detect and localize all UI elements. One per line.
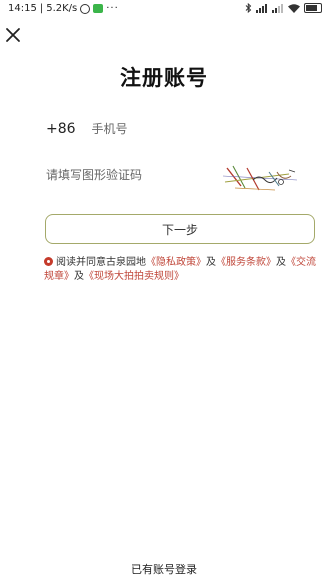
next-step-button[interactable]: 下一步 — [45, 214, 315, 244]
signal-icon-2 — [272, 3, 283, 13]
close-icon[interactable] — [4, 26, 24, 46]
captcha-input[interactable] — [46, 168, 196, 182]
privacy-policy-link[interactable]: 《隐私政策》 — [146, 257, 206, 268]
status-separator: | — [39, 3, 44, 14]
radio-checked-icon[interactable] — [44, 257, 53, 266]
status-bar: 14:15 | 5.2K/s ··· — [0, 0, 328, 18]
bluetooth-icon — [245, 3, 252, 13]
auction-rules-link[interactable]: 《现场大拍拍卖规则》 — [84, 271, 184, 282]
phone-input[interactable] — [91, 122, 272, 136]
country-code-selector[interactable]: +86 — [46, 121, 76, 137]
network-speed: 5.2K/s — [46, 3, 78, 14]
wifi-icon — [288, 3, 300, 13]
terms-of-service-link[interactable]: 《服务条款》 — [216, 257, 276, 268]
wechat-notification-icon — [93, 4, 104, 13]
agreement-and-2: 及 — [276, 257, 286, 268]
agreement-and-3: 及 — [74, 271, 84, 282]
signal-icon — [256, 3, 267, 13]
captcha-image[interactable] — [219, 162, 301, 194]
close-button[interactable] — [4, 26, 24, 46]
agreement-text: 阅读并同意古泉园地《隐私政策》及《服务条款》及《交流规章》及《现场大拍拍卖规则》 — [44, 256, 320, 284]
battery-icon — [304, 3, 322, 13]
status-left: 14:15 | 5.2K/s ··· — [8, 3, 119, 14]
page-title: 注册账号 — [120, 66, 208, 90]
status-right — [245, 3, 322, 13]
agreement-prefix: 阅读并同意古泉园地 — [56, 257, 146, 268]
phone-row: +86 — [46, 118, 306, 140]
existing-account-login-link[interactable]: 已有账号登录 — [0, 561, 328, 577]
status-time: 14:15 — [8, 3, 37, 14]
alarm-icon — [80, 3, 91, 14]
agreement-and-1: 及 — [206, 257, 216, 268]
more-notifications-icon: ··· — [106, 3, 119, 14]
captcha-row — [46, 162, 316, 192]
